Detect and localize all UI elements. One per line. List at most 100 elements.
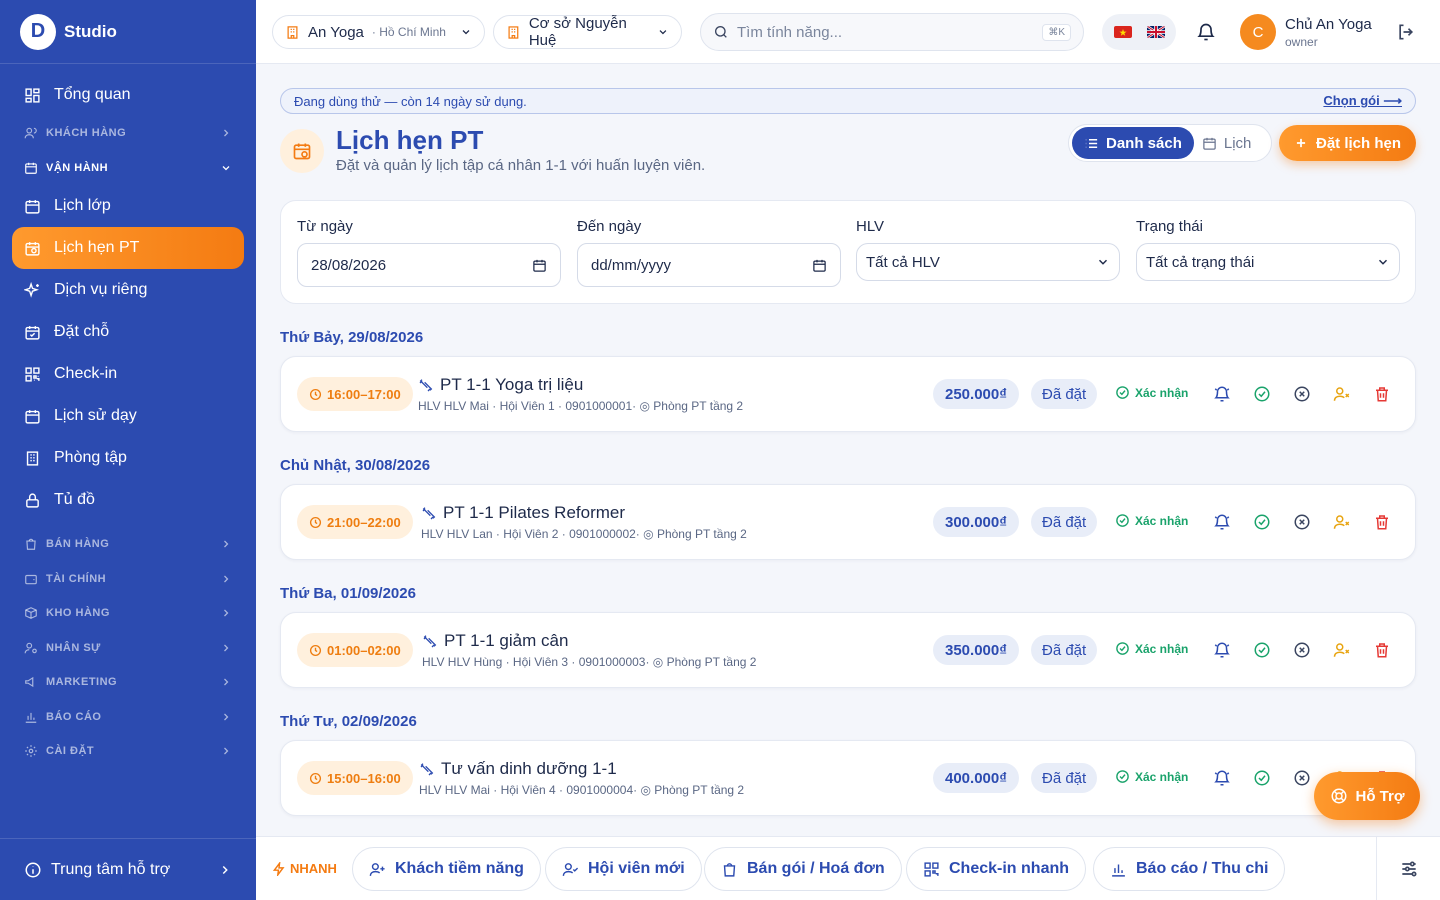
time-badge: 21:00–22:00 <box>297 505 413 539</box>
x-circle-icon[interactable] <box>1293 641 1311 659</box>
check-circle-icon[interactable] <box>1253 641 1271 659</box>
sidebar-item-teaching-history[interactable]: Lịch sử dạy <box>12 395 244 437</box>
calendar-icon <box>25 409 40 424</box>
check-circle-icon[interactable] <box>1253 513 1271 531</box>
bar-chart-icon <box>25 712 37 723</box>
to-date-input[interactable]: dd/mm/yyyy <box>577 243 841 287</box>
user-x-icon[interactable] <box>1333 641 1351 659</box>
price-badge: 250.000₫ <box>933 379 1019 409</box>
sidebar-group-operations[interactable]: VẬN HÀNH <box>12 151 244 186</box>
day-heading: Chủ Nhật, 30/08/2026 <box>280 457 431 474</box>
coach-select[interactable]: Tất cả HLV <box>856 243 1120 281</box>
confirm-button[interactable]: Xác nhận <box>1115 513 1188 528</box>
qr-code-icon <box>25 366 40 382</box>
studio-selector[interactable]: An Yoga · Hồ Chí Minh <box>272 15 485 49</box>
bell-ring-icon[interactable] <box>1213 385 1231 403</box>
confirm-button[interactable]: Xác nhận <box>1115 385 1188 400</box>
sidebar-group-sales[interactable]: BÁN HÀNG <box>12 527 244 562</box>
bell-ring-icon[interactable] <box>1213 641 1231 659</box>
status-value: Tất cả trạng thái <box>1146 253 1255 271</box>
support-fab[interactable]: Hỗ Trợ <box>1314 772 1420 820</box>
sidebar-item-checkin[interactable]: Check-in <box>12 353 244 395</box>
trash-icon[interactable] <box>1373 385 1391 403</box>
sidebar-item-class-schedule[interactable]: Lịch lớp <box>12 185 244 227</box>
appointment-card[interactable]: 21:00–22:00 PT 1-1 Pilates Reformer HLV … <box>280 484 1416 560</box>
new-appointment-button[interactable]: Đặt lịch hẹn <box>1279 125 1416 161</box>
quick-settings-button[interactable] <box>1376 837 1440 900</box>
check-circle-icon[interactable] <box>1253 385 1271 403</box>
sidebar-group-warehouse[interactable]: KHO HÀNG <box>12 596 244 631</box>
calendar-clock-icon <box>293 143 311 160</box>
calendar-view-label: Lịch <box>1223 134 1252 152</box>
status-label: Trạng thái <box>1136 218 1203 235</box>
user-x-icon[interactable] <box>1333 513 1351 531</box>
uk-flag-icon[interactable] <box>1146 26 1165 38</box>
sidebar-group-reports[interactable]: BÁO CÁO <box>12 700 244 735</box>
branch-name: Cơ sở Nguyễn Huệ <box>528 15 627 49</box>
appointment-meta: HLV HLV Mai · Hội Viên 1 · 0901000001· ◎… <box>418 399 744 413</box>
list-view-button[interactable]: Danh sách <box>1072 127 1194 159</box>
x-circle-icon[interactable] <box>1293 769 1311 787</box>
quick-button-label: Check-in nhanh <box>949 860 1070 877</box>
sidebar-item-overview[interactable]: Tổng quan <box>12 74 244 116</box>
status-select[interactable]: Tất cả trạng thái <box>1136 243 1400 281</box>
quick-checkin-button[interactable]: Check-in nhanh <box>906 847 1087 891</box>
choose-plan-link[interactable]: Chọn gói ⟶ <box>1323 93 1402 109</box>
chevron-down-icon <box>462 30 470 35</box>
support-label: Trung tâm hỗ trợ <box>51 860 171 878</box>
user-menu[interactable]: C Chủ An Yoga owner <box>1240 14 1372 50</box>
avatar: C <box>1240 14 1276 50</box>
x-circle-icon[interactable] <box>1293 385 1311 403</box>
sidebar-item-rooms[interactable]: Phòng tập <box>12 437 244 479</box>
bell-ring-icon[interactable] <box>1213 513 1231 531</box>
from-date-input[interactable]: 28/08/2026 <box>297 243 561 287</box>
quick-sell-package-button[interactable]: Bán gói / Hoá đơn <box>704 847 902 891</box>
sidebar-item-pt-appointments[interactable]: Lịch hẹn PT <box>12 227 244 269</box>
sidebar-item-private-services[interactable]: Dịch vụ riêng <box>12 269 244 311</box>
check-circle-icon <box>1116 642 1129 655</box>
appointment-title-text: Tư vấn dinh dưỡng 1-1 <box>441 759 617 778</box>
calendar-icon[interactable] <box>812 258 827 273</box>
calendar-view-button[interactable]: Lịch <box>1194 127 1264 159</box>
status-badge: Đã đặt <box>1031 507 1098 537</box>
calendar-clock-icon <box>25 241 40 256</box>
wallet-icon <box>25 574 37 584</box>
confirm-button[interactable]: Xác nhận <box>1115 641 1188 656</box>
appointment-card[interactable]: 01:00–02:00 PT 1-1 giảm cân HLV HLV Hùng… <box>280 612 1416 688</box>
logout-icon[interactable] <box>1396 22 1416 42</box>
branch-selector[interactable]: Cơ sở Nguyễn Huệ <box>493 15 682 49</box>
vietnam-flag-icon[interactable] <box>1113 26 1132 38</box>
user-x-icon[interactable] <box>1333 385 1351 403</box>
sidebar-group-marketing[interactable]: MARKETING <box>12 665 244 700</box>
support-center-link[interactable]: Trung tâm hỗ trợ <box>0 838 256 900</box>
quick-new-member-button[interactable]: Hội viên mới <box>545 847 702 891</box>
feature-search[interactable]: Tìm tính năng... ⌘K <box>700 13 1084 51</box>
x-circle-icon[interactable] <box>1293 513 1311 531</box>
trash-icon[interactable] <box>1373 641 1391 659</box>
appointment-card[interactable]: 15:00–16:00 Tư vấn dinh dưỡng 1-1 HLV HL… <box>280 740 1416 816</box>
search-input[interactable]: Tìm tính năng... <box>737 24 842 41</box>
check-circle-icon[interactable] <box>1253 769 1271 787</box>
sidebar-group-finance[interactable]: TÀI CHÍNH <box>12 562 244 597</box>
confirm-button[interactable]: Xác nhận <box>1115 769 1188 784</box>
box-icon <box>25 607 37 620</box>
sidebar-group-customers[interactable]: KHÁCH HÀNG <box>12 116 244 151</box>
quick-leads-button[interactable]: Khách tiềm năng <box>352 847 541 891</box>
bell-ring-icon[interactable] <box>1213 769 1231 787</box>
logo[interactable]: D <box>20 13 56 50</box>
check-circle-icon <box>1116 770 1129 783</box>
sidebar-group-label: BÁN HÀNG <box>46 538 110 551</box>
appointment-card[interactable]: 16:00–17:00 PT 1-1 Yoga trị liệu HLV HLV… <box>280 356 1416 432</box>
quick-reports-button[interactable]: Báo cáo / Thu chi <box>1093 847 1286 891</box>
sidebar-item-lockers[interactable]: Tủ đồ <box>12 479 244 521</box>
bell-icon[interactable] <box>1196 22 1216 42</box>
time-badge: 16:00–17:00 <box>297 377 413 411</box>
calendar-icon[interactable] <box>532 258 547 273</box>
sidebar-group-settings[interactable]: CÀI ĐẶT <box>12 734 244 769</box>
clock-icon <box>309 644 322 656</box>
chevron-right-icon <box>224 575 229 583</box>
trash-icon[interactable] <box>1373 513 1391 531</box>
building-icon <box>508 25 519 39</box>
sidebar-item-booking[interactable]: Đặt chỗ <box>12 311 244 353</box>
sidebar-group-hr[interactable]: NHÂN SỰ <box>12 631 244 666</box>
